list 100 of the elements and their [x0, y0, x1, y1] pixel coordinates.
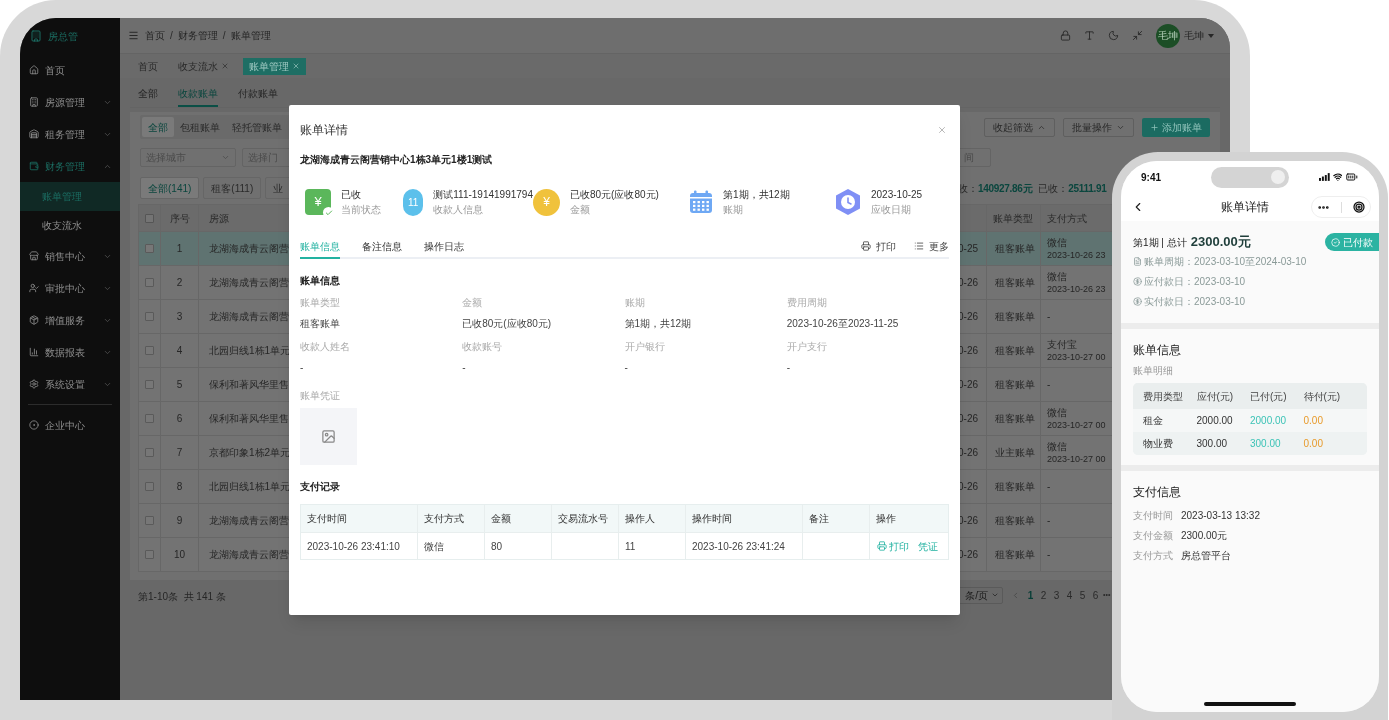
sidebar-item[interactable]: 销售中心	[20, 240, 120, 272]
collapse-icon[interactable]	[1132, 30, 1143, 41]
detail-tab[interactable]: 账单信息	[300, 235, 340, 259]
voucher-placeholder[interactable]	[300, 408, 357, 465]
bill-tab[interactable]: 全部	[138, 81, 158, 107]
row-checkbox[interactable]	[145, 482, 154, 491]
field-label: 收款账号	[462, 340, 504, 353]
field-value: -	[300, 361, 305, 374]
user-name[interactable]: 毛坤	[1184, 28, 1204, 43]
detail-tab[interactable]: 操作日志	[424, 235, 464, 259]
info-value: 房总管平台	[1181, 548, 1231, 563]
table-cell: 2023-10-26 23	[1047, 282, 1106, 296]
table-cell-text: 1	[176, 242, 183, 256]
section-title: 支付信息	[1133, 484, 1182, 501]
detail-tab[interactable]: 备注信息	[362, 235, 402, 259]
moon-icon[interactable]	[1108, 30, 1119, 41]
row-checkbox[interactable]	[145, 448, 154, 457]
toolbar-action[interactable]: 更多	[914, 238, 949, 254]
table-cell: 2023-10-26 23	[1047, 248, 1106, 262]
document-icon	[1133, 256, 1142, 266]
page-link[interactable]: 5	[1076, 587, 1089, 603]
sidebar-item[interactable]: 首页	[20, 54, 120, 86]
sidebar-item[interactable]: 数据报表	[20, 336, 120, 368]
table-cell: 2023-10-27 00	[1047, 418, 1106, 432]
table-cell-text: 7	[176, 446, 183, 460]
user-avatar[interactable]: 毛坤	[1156, 23, 1180, 48]
table-cell-text: 2023-10-26 23:41:10	[307, 539, 400, 554]
field-value: -	[462, 361, 467, 374]
table-cell-text: 9	[176, 514, 183, 528]
breadcrumb-link[interactable]: 财务管理	[177, 28, 218, 43]
type-tab[interactable]: 全部	[142, 117, 174, 137]
table-cell-text: 微信	[424, 539, 444, 554]
sidebar-item[interactable]: 租务管理	[20, 118, 120, 150]
bill-tab[interactable]: 收款账单	[178, 81, 218, 107]
row-checkbox[interactable]	[145, 244, 154, 253]
sidebar-item[interactable]: 财务管理	[20, 150, 120, 182]
lock-icon[interactable]	[1060, 30, 1071, 41]
sidebar-item[interactable]: 房源管理	[20, 86, 120, 118]
breadcrumb-separator: /	[170, 29, 173, 43]
sidebar-item[interactable]: 审批中心	[20, 272, 120, 304]
table-cell-text: 10	[173, 548, 186, 562]
row-checkbox[interactable]	[145, 550, 154, 559]
menu-icon[interactable]	[128, 30, 139, 41]
row-checkbox[interactable]	[145, 312, 154, 321]
field-value: -	[786, 361, 792, 374]
sidebar-item[interactable]: 企业中心	[20, 409, 120, 441]
row-action-link[interactable]: 打印	[877, 538, 909, 554]
image-icon	[321, 429, 336, 444]
table-cell-text: 龙湖海成青云阁营	[209, 514, 289, 528]
row-checkbox[interactable]	[145, 278, 154, 287]
font-size-icon[interactable]	[1084, 30, 1095, 41]
table-cell: 微信	[1047, 269, 1067, 283]
chevron-down-icon	[991, 591, 999, 599]
info-value: 2023-03-13 13:32	[1181, 508, 1260, 523]
close-icon[interactable]	[221, 62, 229, 70]
table-cell-text: 租客账单	[995, 344, 1035, 358]
info-value: 2300.00元	[1181, 528, 1228, 543]
add-button[interactable]: 添加账单	[1142, 117, 1210, 137]
breadcrumb-link[interactable]: 首页	[145, 28, 165, 43]
summary-value: 140927.86元	[978, 181, 1033, 196]
user-check-icon	[29, 283, 39, 293]
page-link[interactable]: 4	[1063, 587, 1076, 603]
house-icon	[29, 65, 39, 75]
page-tab[interactable]: 首页	[132, 57, 164, 75]
status-time: 9:41	[1141, 170, 1162, 185]
row-action-link[interactable]: 凭证	[918, 538, 938, 554]
row-checkbox[interactable]	[145, 516, 154, 525]
sidebar-subitem[interactable]: 收支流水	[20, 211, 120, 240]
mini-program-capsule[interactable]	[1311, 196, 1371, 218]
section-title: 账单信息	[1133, 342, 1182, 359]
sidebar-item[interactable]: 系统设置	[20, 368, 120, 400]
section-subtitle: 账单明细	[1133, 364, 1174, 378]
page-link[interactable]: 3	[1050, 587, 1063, 603]
screen-title: 账单详情	[1221, 199, 1269, 216]
table-cell-text: 京都印象1栋2单元	[209, 446, 291, 460]
yuan-status-icon: ¥	[305, 189, 331, 215]
toolbar-action[interactable]: 打印	[861, 238, 896, 254]
column-header: 待付(元)	[1303, 389, 1342, 404]
count-button[interactable]: 全部(141)	[140, 177, 200, 199]
close-icon[interactable]	[937, 125, 947, 135]
row-checkbox[interactable]	[145, 380, 154, 389]
count-button[interactable]: 租客(111)	[203, 177, 262, 199]
table-cell-text: 5	[176, 378, 183, 392]
page-link[interactable]: 1	[1024, 587, 1037, 603]
column-header: 支付方式	[424, 512, 464, 526]
table-cell-text: 龙湖海成青云阁营	[209, 276, 289, 290]
check-circle-icon	[1331, 237, 1340, 247]
table-cell-text: 租金	[1143, 414, 1164, 428]
toolbar-button[interactable]: 收起筛选	[984, 117, 1055, 137]
page-tab[interactable]: 账单管理	[243, 57, 306, 75]
row-checkbox[interactable]	[145, 414, 154, 423]
row-checkbox[interactable]	[145, 346, 154, 355]
table-cell-text: 业主账单	[995, 446, 1035, 460]
header-checkbox[interactable]	[145, 213, 154, 223]
toolbar-button[interactable]: 批量操作	[1063, 117, 1134, 137]
column-header: 交易流水号	[558, 512, 608, 526]
previous-page-icon[interactable]	[1011, 590, 1020, 600]
table-cell-text: 2023-10-26 23:41:24	[692, 539, 785, 554]
sidebar-item[interactable]: 增值服务	[20, 304, 120, 336]
field-label: 金额	[462, 296, 484, 309]
